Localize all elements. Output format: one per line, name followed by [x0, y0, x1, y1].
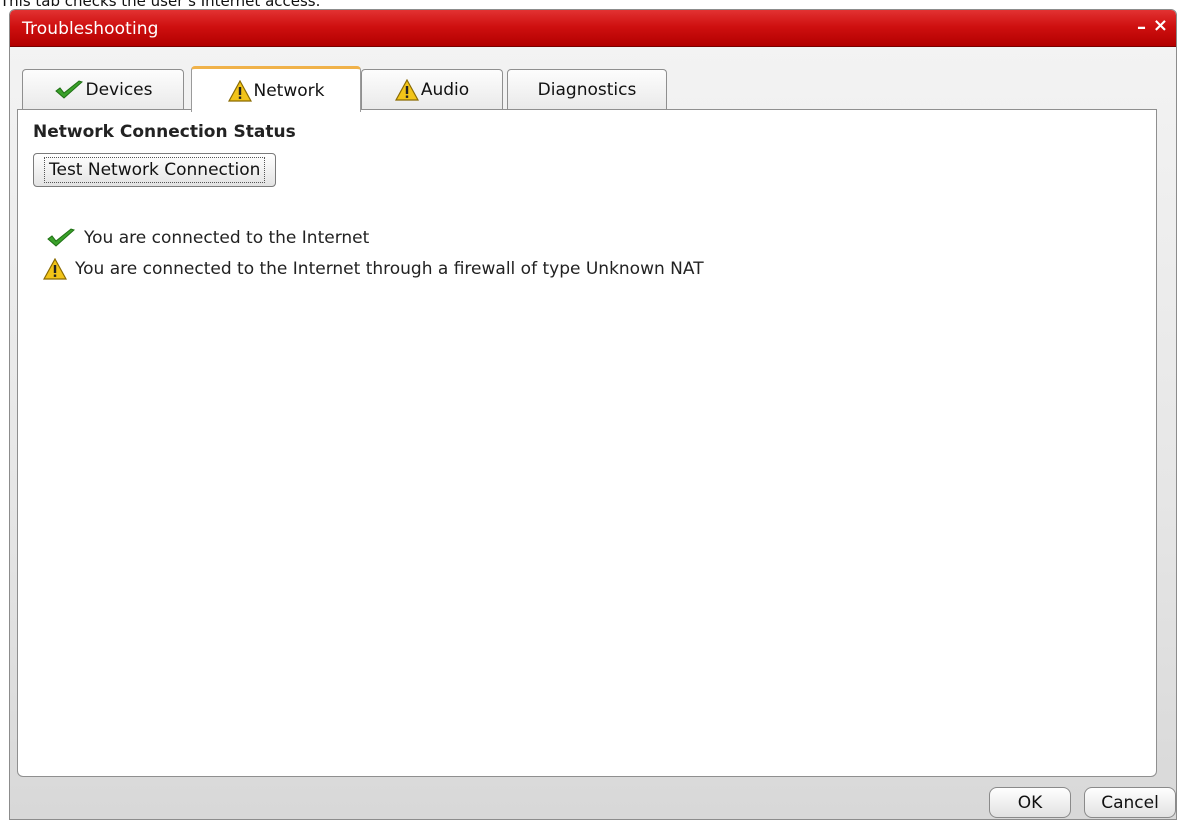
cancel-button[interactable]: Cancel	[1084, 787, 1176, 818]
status-connected-text: You are connected to the Internet	[84, 228, 370, 248]
warning-icon	[43, 258, 67, 280]
network-tab-panel: Network Connection Status Test Network C…	[17, 109, 1157, 777]
window-title: Troubleshooting	[22, 19, 159, 39]
tab-devices[interactable]: Devices	[22, 69, 184, 110]
check-icon	[54, 80, 84, 100]
warning-icon	[227, 79, 252, 102]
tab-diagnostics[interactable]: Diagnostics	[507, 69, 667, 110]
warning-icon	[394, 79, 419, 101]
status-firewall-text: You are connected to the Internet throug…	[75, 259, 704, 279]
check-icon	[46, 228, 76, 248]
minimize-button[interactable]: –	[1137, 19, 1146, 37]
test-network-connection-button[interactable]: Test Network Connection	[33, 153, 277, 187]
title-bar[interactable]: Troubleshooting – ×	[10, 10, 1176, 47]
status-connected: You are connected to the Internet	[46, 228, 369, 248]
tab-audio[interactable]: Audio	[361, 69, 503, 110]
status-firewall: You are connected to the Internet throug…	[43, 258, 704, 280]
tab-network-label: Network	[253, 80, 325, 101]
tab-devices-label: Devices	[85, 80, 153, 100]
section-heading: Network Connection Status	[33, 122, 296, 142]
close-button[interactable]: ×	[1153, 17, 1168, 35]
test-network-connection-label: Test Network Connection	[44, 157, 266, 183]
tab-network[interactable]: Network	[191, 66, 361, 112]
tab-audio-label: Audio	[420, 80, 470, 100]
tab-diagnostics-label: Diagnostics	[537, 80, 637, 100]
ok-button[interactable]: OK	[989, 787, 1071, 818]
